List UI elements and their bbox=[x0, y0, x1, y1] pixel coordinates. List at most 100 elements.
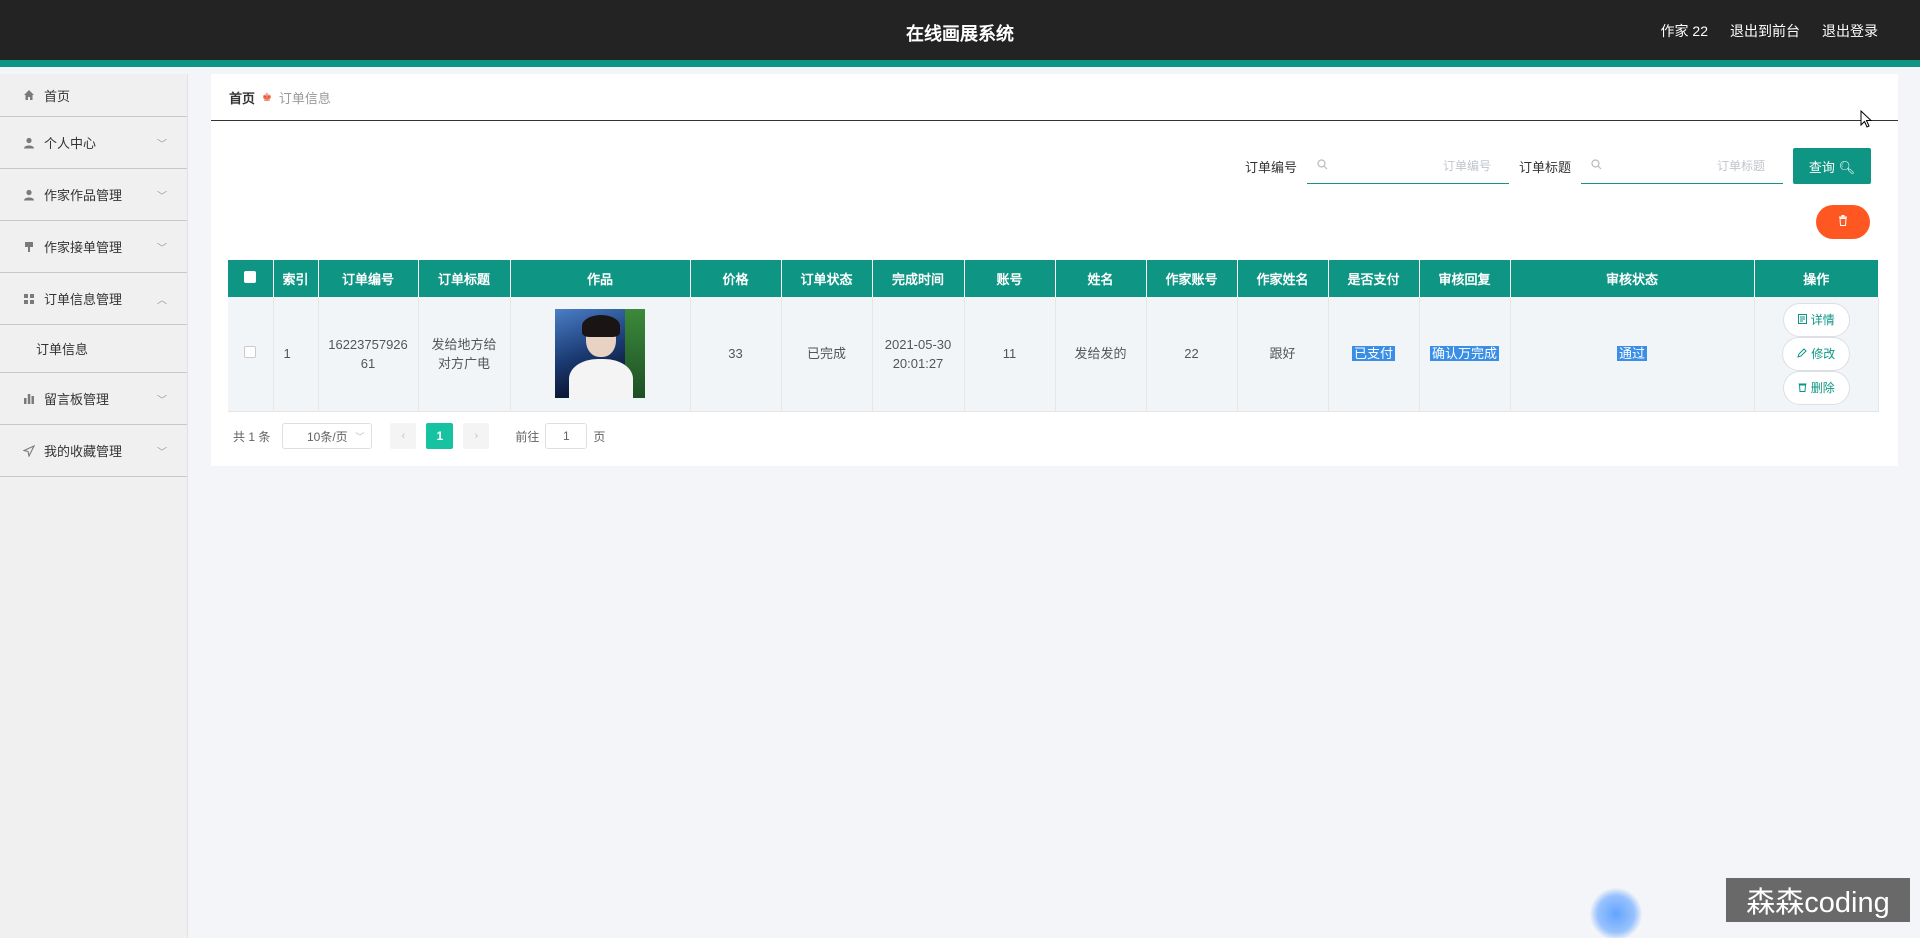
order-title-input[interactable] bbox=[1610, 158, 1779, 173]
goto-page-input[interactable] bbox=[545, 423, 588, 449]
artwork-cell bbox=[510, 297, 691, 412]
sidebar-item-writer-orders[interactable]: 作家接单管理 ﹀ bbox=[0, 221, 187, 273]
trash-icon bbox=[1798, 381, 1807, 395]
sidebar-item-label: 订单信息管理 bbox=[44, 292, 123, 307]
review-reply-value: 确认万完成 bbox=[1429, 346, 1499, 362]
delete-button[interactable]: 删除 bbox=[1782, 370, 1850, 405]
trash-icon bbox=[1838, 215, 1848, 229]
column-header: 作品 bbox=[510, 260, 691, 297]
edit-button[interactable]: 修改 bbox=[1782, 336, 1851, 371]
breadcrumb-current: 订单信息 bbox=[278, 90, 331, 106]
sidebar-item-label: 我的收藏管理 bbox=[44, 444, 123, 459]
row-select-cell bbox=[228, 297, 274, 412]
row-checkbox[interactable] bbox=[244, 346, 257, 359]
detail-button[interactable]: 详情 bbox=[1782, 302, 1850, 337]
column-header: 作家姓名 bbox=[1237, 260, 1329, 297]
column-header: 索引 bbox=[273, 260, 319, 297]
chevron-down-icon: ﹀ bbox=[355, 431, 365, 442]
breadcrumb-home[interactable]: 首页 bbox=[229, 88, 255, 107]
send-icon bbox=[22, 444, 36, 458]
sidebar-item-favorites[interactable]: 我的收藏管理 ﹀ bbox=[0, 425, 187, 477]
finish-time-value: 20:01:27 bbox=[892, 355, 944, 371]
paid-cell: 已支付 bbox=[1328, 297, 1420, 412]
edit-icon bbox=[1797, 347, 1807, 361]
column-header: 价格 bbox=[690, 260, 782, 297]
edit-button-label: 修改 bbox=[1811, 347, 1836, 362]
order-no-field bbox=[1306, 148, 1509, 184]
review-reply-cell: 确认万完成 bbox=[1419, 297, 1511, 412]
mouse-cursor-icon bbox=[1860, 110, 1872, 128]
main-panel: 首页 ♚ 订单信息 订单编号 订单标题 查询 🔍︎ bbox=[211, 74, 1898, 466]
order-title-value: 发给地方给对方广电 bbox=[431, 336, 497, 371]
column-header: 作家账号 bbox=[1146, 260, 1238, 297]
page-number-button[interactable]: 1 bbox=[426, 423, 454, 449]
search-icon bbox=[1591, 158, 1602, 173]
chevron-down-icon: ﹀ bbox=[157, 191, 167, 202]
finish-date-value: 2021-05-30 bbox=[884, 336, 952, 352]
sidebar-item-message-board[interactable]: 留言板管理 ﹀ bbox=[0, 373, 187, 425]
price-cell: 33 bbox=[690, 297, 782, 412]
order-no-value: 1622375792661 bbox=[328, 336, 408, 371]
review-status-value: 通过 bbox=[1616, 346, 1647, 362]
chevron-right-icon: › bbox=[474, 430, 479, 442]
column-header: 账号 bbox=[964, 260, 1056, 297]
order-no-label: 订单编号 bbox=[1244, 159, 1297, 175]
artwork-image[interactable] bbox=[555, 309, 645, 399]
user-icon bbox=[22, 188, 36, 202]
goto-label: 前往 bbox=[515, 429, 540, 444]
back-to-front-link[interactable]: 退出到前台 bbox=[1730, 21, 1800, 41]
column-header: 姓名 bbox=[1055, 260, 1147, 297]
sidebar-subitem-order-info[interactable]: 订单信息 bbox=[0, 325, 187, 373]
user-icon bbox=[22, 136, 36, 150]
sidebar-item-label: 首页 bbox=[44, 88, 71, 104]
select-all-cell bbox=[228, 260, 274, 297]
finish-time-cell: 2021-05-30 20:01:27 bbox=[872, 297, 965, 412]
chevron-down-icon: ﹀ bbox=[157, 447, 167, 458]
document-icon bbox=[1797, 313, 1807, 327]
sidebar-item-order-info-management[interactable]: 订单信息管理 ︿ bbox=[0, 273, 187, 325]
prev-page-button[interactable]: ‹ bbox=[390, 423, 417, 449]
goto-suffix: 页 bbox=[593, 429, 606, 444]
index-cell: 1 bbox=[273, 297, 319, 412]
column-header: 完成时间 bbox=[872, 260, 965, 297]
actions-cell: 详情 修改 删除 bbox=[1754, 297, 1879, 412]
pagination-total: 共 1 条 bbox=[233, 429, 271, 444]
query-button-label: 查询 bbox=[1808, 159, 1835, 175]
sidebar: 首页 个人中心 ﹀ 作家作品管理 ﹀ 作家接单管理 ﹀ 订单信息管理 ︿ 订单信… bbox=[0, 74, 188, 938]
table-row[interactable]: 1 1622375792661 发给地方给对方广电 33 已完成 2021-05… bbox=[228, 297, 1879, 412]
order-title-field bbox=[1581, 148, 1783, 184]
select-all-checkbox[interactable] bbox=[244, 271, 257, 283]
review-status-cell: 通过 bbox=[1510, 297, 1755, 412]
logout-link[interactable]: 退出登录 bbox=[1822, 21, 1878, 41]
batch-delete-button[interactable] bbox=[1816, 205, 1870, 239]
bar-chart-icon bbox=[22, 392, 36, 406]
artwork-hair bbox=[582, 315, 620, 338]
sidebar-item-label: 作家接单管理 bbox=[44, 240, 123, 255]
page-size-value: 10条/页 bbox=[307, 429, 348, 444]
current-user[interactable]: 作家 22 bbox=[1661, 21, 1708, 41]
writer-account-cell: 22 bbox=[1146, 297, 1238, 412]
order-title-label: 订单标题 bbox=[1518, 159, 1571, 175]
column-header: 是否支付 bbox=[1328, 260, 1420, 297]
detail-button-label: 详情 bbox=[1810, 313, 1835, 328]
watermark: 森森coding bbox=[1726, 878, 1910, 922]
page-size-select[interactable]: 10条/页 ﹀ bbox=[282, 423, 373, 449]
sidebar-item-personal-center[interactable]: 个人中心 ﹀ bbox=[0, 117, 187, 169]
sidebar-item-label: 作家作品管理 bbox=[44, 188, 123, 203]
top-bar-actions: 作家 22 退出到前台 退出登录 bbox=[1661, 21, 1878, 41]
search-icon bbox=[1317, 158, 1328, 173]
search-bar: 订单编号 订单标题 查询 🔍︎ bbox=[1245, 148, 1871, 184]
chevron-down-icon: ﹀ bbox=[157, 395, 167, 406]
order-table: 索引 订单编号 订单标题 作品 价格 订单状态 完成时间 账号 姓名 作家账号 … bbox=[228, 260, 1879, 412]
sidebar-item-writer-works[interactable]: 作家作品管理 ﹀ bbox=[0, 169, 187, 221]
name-cell: 发给发的 bbox=[1055, 297, 1147, 412]
sidebar-item-home[interactable]: 首页 bbox=[0, 74, 187, 117]
column-header: 审核回复 bbox=[1419, 260, 1511, 297]
order-no-input[interactable] bbox=[1335, 158, 1505, 173]
query-button[interactable]: 查询 🔍︎ bbox=[1793, 148, 1871, 184]
status-cell: 已完成 bbox=[781, 297, 873, 412]
floating-assist-ball[interactable] bbox=[1590, 888, 1642, 938]
chevron-left-icon: ‹ bbox=[401, 430, 406, 442]
column-header: 操作 bbox=[1754, 260, 1879, 297]
next-page-button[interactable]: › bbox=[463, 423, 490, 449]
